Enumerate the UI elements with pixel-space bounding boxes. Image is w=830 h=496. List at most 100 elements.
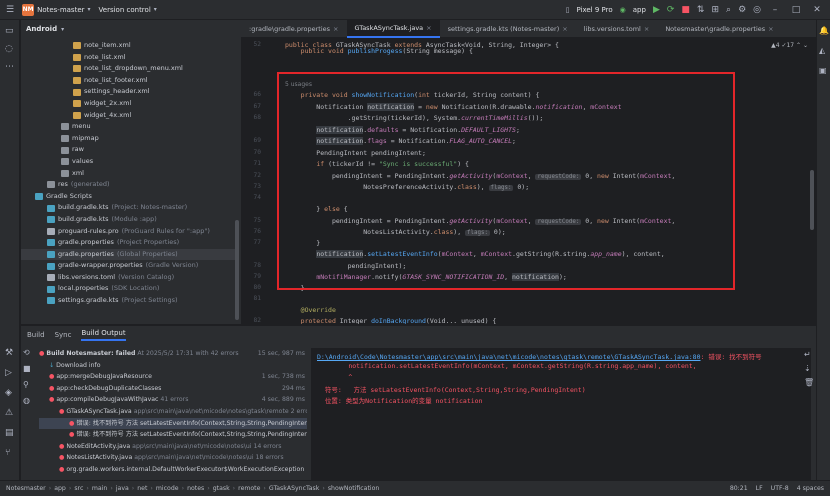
- hamburger-menu-icon[interactable]: ☰: [6, 5, 14, 15]
- tree-item[interactable]: settings_header.xml: [21, 86, 235, 98]
- tree-item[interactable]: menu: [21, 121, 235, 133]
- more-tools-icon[interactable]: ⋯: [5, 62, 14, 72]
- indent-setting[interactable]: 4 spaces: [797, 485, 824, 492]
- vcs-selector[interactable]: Version control ▾: [99, 6, 157, 14]
- file-encoding[interactable]: UTF-8: [771, 485, 789, 492]
- breadcrumb-item[interactable]: micode: [156, 485, 179, 492]
- tree-item[interactable]: widget_2x.xml: [21, 98, 235, 110]
- stop-icon[interactable]: ■: [681, 5, 690, 15]
- tree-item[interactable]: note_list.xml: [21, 52, 235, 64]
- device-selector[interactable]: Pixel 9 Pro: [576, 6, 612, 14]
- tree-item[interactable]: Gradle Scripts: [21, 191, 235, 203]
- build-tree-row[interactable]: ● Build Notesmaster: failed At 2025/5/2 …: [39, 348, 307, 360]
- scroll-end-icon[interactable]: ⇣: [804, 364, 811, 373]
- tree-item[interactable]: note_list_footer.xml: [21, 75, 235, 87]
- build-restart-icon[interactable]: ⟲: [23, 348, 30, 357]
- build-tree-row[interactable]: ● NoteEditActivity.java app\src\main\jav…: [39, 441, 307, 453]
- inspection-widget[interactable]: ▲4 ✓17 ⌃ ⌄: [771, 42, 808, 49]
- editor-tab[interactable]: libs.versions.toml ×: [576, 20, 658, 38]
- build-tree-row[interactable]: ● GTaskASyncTask.java app\src\main\java\…: [39, 406, 307, 418]
- build-tree-row[interactable]: ● NotesListActivity.java app\src\main\ja…: [39, 452, 307, 464]
- editor-tab[interactable]: :gradle\gradle.properties ×: [241, 20, 347, 38]
- tree-item[interactable]: proguard-rules.pro (ProGuard Rules for ":…: [21, 226, 235, 238]
- build-tab[interactable]: Build: [27, 331, 45, 339]
- project-view-selector[interactable]: Android ▾: [21, 20, 241, 38]
- tree-item[interactable]: libs.versions.toml (Version Catalog): [21, 272, 235, 284]
- project-selector[interactable]: NM Notes-master ▾: [22, 3, 91, 16]
- logcat-icon[interactable]: ◈: [5, 388, 12, 398]
- tree-item[interactable]: gradle-wrapper.properties (Gradle Version…: [21, 260, 235, 272]
- settings-icon[interactable]: ⚙: [738, 5, 746, 15]
- stop-build-icon[interactable]: ■: [23, 364, 31, 373]
- breadcrumb-item[interactable]: src: [74, 485, 83, 492]
- file-link[interactable]: D:\Android\Code\Notesmaster\app\src\main…: [317, 353, 701, 361]
- folder-icon[interactable]: ▭: [5, 26, 14, 36]
- run-tool-icon[interactable]: ▷: [5, 368, 12, 378]
- tree-item[interactable]: build.gradle.kts (Module :app): [21, 214, 235, 226]
- editor-tab[interactable]: settings.gradle.kts (Notes-master) ×: [440, 20, 576, 38]
- breadcrumb-item[interactable]: Notesmaster: [6, 485, 46, 492]
- search-icon[interactable]: ⌕: [726, 5, 731, 15]
- build-icon[interactable]: ⚒: [5, 348, 13, 358]
- close-icon[interactable]: ×: [768, 25, 773, 33]
- device-manager-icon[interactable]: ⊞: [711, 5, 719, 15]
- tree-item[interactable]: gradle.properties (Global Properties): [21, 248, 235, 261]
- minimize-button[interactable]: –: [768, 5, 782, 15]
- maximize-button[interactable]: □: [789, 5, 803, 15]
- run-icon[interactable]: ▶: [653, 5, 660, 15]
- close-icon[interactable]: ×: [562, 25, 567, 33]
- sync-icon[interactable]: ⇅: [697, 5, 705, 15]
- breadcrumb-item[interactable]: GTaskASyncTask: [269, 485, 319, 492]
- build-tree-row[interactable]: ● app:checkDebugDuplicateClasses 294 ms: [39, 382, 307, 395]
- close-button[interactable]: ✕: [810, 5, 824, 15]
- filter-icon[interactable]: ⚲: [23, 380, 29, 389]
- line-separator[interactable]: LF: [756, 485, 763, 492]
- editor-scrollbar[interactable]: [810, 170, 814, 230]
- editor-tab[interactable]: GTaskASyncTask.java ×: [346, 20, 440, 38]
- tree-item[interactable]: local.properties (SDK Location): [21, 283, 235, 295]
- account-icon[interactable]: ◎: [753, 5, 761, 15]
- breadcrumb-item[interactable]: app: [54, 485, 66, 492]
- notifications-icon[interactable]: 🔔: [819, 26, 829, 35]
- breadcrumb-item[interactable]: showNotification: [328, 485, 380, 492]
- commit-icon[interactable]: ◌: [5, 44, 13, 54]
- project-scrollbar[interactable]: [235, 220, 239, 320]
- breadcrumb-item[interactable]: main: [92, 485, 107, 492]
- build-tree-row[interactable]: ● org.gradle.workers.internal.DefaultWor…: [39, 464, 307, 476]
- tree-item[interactable]: raw: [21, 144, 235, 156]
- breadcrumb-item[interactable]: notes: [187, 485, 204, 492]
- editor-tab[interactable]: Notesmaster\gradle.properties ×: [657, 20, 781, 38]
- pin-icon[interactable]: ◍: [23, 396, 30, 405]
- build-tree-row[interactable]: ↓ Download info: [39, 360, 307, 372]
- run-config-selector[interactable]: app: [633, 6, 646, 14]
- wrap-icon[interactable]: ↵: [804, 350, 811, 359]
- version-control-icon[interactable]: ⑂: [5, 448, 10, 458]
- trash-icon[interactable]: 🗑: [804, 378, 814, 387]
- device-mirror-icon[interactable]: ▣: [819, 66, 827, 75]
- build-tab[interactable]: Build Output: [81, 329, 126, 341]
- tree-item[interactable]: settings.gradle.kts (Project Settings): [21, 295, 235, 307]
- breadcrumb-item[interactable]: gtask: [213, 485, 230, 492]
- terminal-icon[interactable]: ▤: [5, 428, 14, 438]
- build-tree-row[interactable]: ● app:compileDebugJavaWithJavac 41 error…: [39, 394, 307, 406]
- build-tree-row[interactable]: ● 错误: 找不到符号 方法 setLatestEventInfo(Contex…: [39, 417, 307, 430]
- close-icon[interactable]: ×: [333, 25, 338, 33]
- close-icon[interactable]: ×: [644, 25, 649, 33]
- problems-icon[interactable]: ⚠: [5, 408, 13, 418]
- tree-item[interactable]: build.gradle.kts (Project: Notes-master): [21, 202, 235, 214]
- build-tree-row[interactable]: ● app:mergeDebugJavaResource 1 sec, 738 m…: [39, 371, 307, 383]
- tree-item[interactable]: widget_4x.xml: [21, 110, 235, 122]
- tree-item[interactable]: mipmap: [21, 133, 235, 145]
- tree-item[interactable]: xml: [21, 168, 235, 180]
- debug-icon[interactable]: ⟳: [667, 5, 675, 15]
- tree-item[interactable]: note_item.xml: [21, 40, 235, 52]
- gradle-icon[interactable]: ◭: [819, 46, 825, 55]
- tree-item[interactable]: res (generated): [21, 179, 235, 191]
- breadcrumb-item[interactable]: java: [116, 485, 129, 492]
- breadcrumb-item[interactable]: remote: [238, 485, 260, 492]
- build-tab[interactable]: Sync: [55, 331, 72, 339]
- build-tree-row[interactable]: ● 错误: 找不到符号 方法 setLatestEventInfo(Contex…: [39, 429, 307, 441]
- tree-item[interactable]: note_list_dropdown_menu.xml: [21, 63, 235, 75]
- cursor-position[interactable]: 80:21: [730, 485, 748, 492]
- breadcrumb-item[interactable]: net: [137, 485, 147, 492]
